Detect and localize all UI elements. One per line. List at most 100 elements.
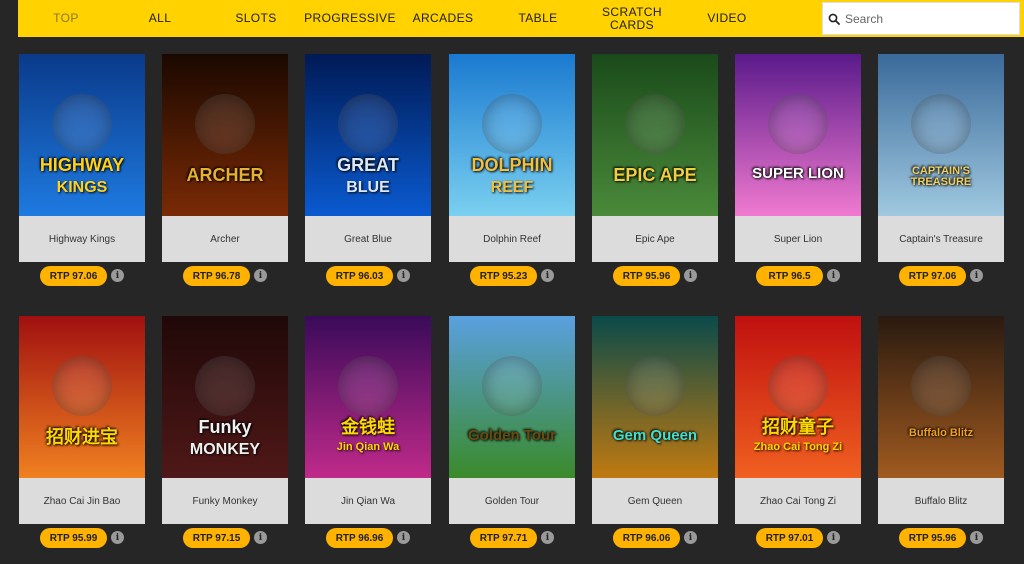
game-card[interactable]: 招财进宝 Zhao Cai Jin Bao — [19, 316, 145, 524]
game-thumbnail[interactable]: 招财进宝 — [19, 316, 145, 478]
game-thumbnail[interactable]: 招财童子 Zhao Cai Tong Zi — [735, 316, 861, 478]
info-icon[interactable]: i — [970, 269, 983, 282]
game-logo-text: SUPER LION — [752, 165, 844, 182]
game-card[interactable]: Funky MONKEY Funky Monkey — [162, 316, 288, 524]
god-of-wealth-icon — [52, 356, 112, 416]
info-icon[interactable]: i — [541, 531, 554, 544]
rtp-badge[interactable]: RTP 95.96 — [899, 528, 966, 548]
dolphin-icon — [482, 94, 542, 154]
game-name: Golden Tour — [449, 478, 575, 524]
info-icon[interactable]: i — [397, 531, 410, 544]
info-icon[interactable]: i — [684, 531, 697, 544]
rtp-badge[interactable]: RTP 96.06 — [613, 528, 680, 548]
game-thumbnail[interactable]: ARCHER — [162, 54, 288, 216]
rtp-badge[interactable]: RTP 95.23 — [470, 266, 537, 286]
game-thumbnail[interactable]: SUPER LION — [735, 54, 861, 216]
game-card[interactable]: Buffalo Blitz Buffalo Blitz — [878, 316, 1004, 524]
game-logo-subtext: Zhao Cai Tong Zi — [753, 441, 843, 453]
game-name: Great Blue — [305, 216, 431, 262]
game-card[interactable]: SUPER LION Super Lion — [735, 54, 861, 262]
gorilla-icon — [625, 94, 685, 154]
search-input[interactable] — [845, 11, 1005, 26]
game-thumbnail[interactable]: Buffalo Blitz — [878, 316, 1004, 478]
rtp-badge[interactable]: RTP 97.01 — [756, 528, 823, 548]
game-card[interactable]: Golden Tour Golden Tour — [449, 316, 575, 524]
game-logo-subtext: Jin Qian Wa — [336, 441, 400, 453]
game-card[interactable]: GREAT BLUE Great Blue — [305, 54, 431, 262]
info-icon[interactable]: i — [254, 531, 267, 544]
nav-tab-arcades[interactable]: ARCADES — [406, 0, 480, 37]
rtp-badge[interactable]: RTP 97.06 — [899, 266, 966, 286]
game-thumbnail[interactable]: DOLPHIN REEF — [449, 54, 575, 216]
game-thumbnail[interactable]: EPIC APE — [592, 54, 718, 216]
info-icon[interactable]: i — [970, 531, 983, 544]
game-card[interactable]: DOLPHIN REEF Dolphin Reef — [449, 54, 575, 262]
game-thumbnail[interactable]: CAPTAIN'S TREASURE — [878, 54, 1004, 216]
info-icon[interactable]: i — [254, 269, 267, 282]
rtp-badge[interactable]: RTP 97.06 — [40, 266, 107, 286]
truck-icon — [52, 94, 112, 154]
game-name: Highway Kings — [19, 216, 145, 262]
archer-icon — [195, 94, 255, 154]
game-card[interactable]: Gem Queen Gem Queen — [592, 316, 718, 524]
nav-tab-video[interactable]: VIDEO — [698, 0, 756, 37]
game-logo-subtext: KINGS — [56, 179, 108, 196]
game-name: Archer — [162, 216, 288, 262]
info-icon[interactable]: i — [827, 269, 840, 282]
lion-icon — [768, 94, 828, 154]
game-card[interactable]: 招财童子 Zhao Cai Tong Zi Zhao Cai Tong Zi — [735, 316, 861, 524]
pirate-icon — [911, 94, 971, 154]
nav-tab-top[interactable]: TOP — [44, 0, 88, 37]
game-name: Gem Queen — [592, 478, 718, 524]
game-thumbnail[interactable]: Gem Queen — [592, 316, 718, 478]
nav-tab-table[interactable]: TABLE — [508, 0, 568, 37]
rtp-badge[interactable]: RTP 96.96 — [326, 528, 393, 548]
rtp-badge[interactable]: RTP 97.15 — [183, 528, 250, 548]
rtp-badge[interactable]: RTP 95.99 — [40, 528, 107, 548]
golf-ball-icon — [482, 356, 542, 416]
game-logo-text: 招财进宝 — [46, 427, 118, 447]
game-card[interactable]: CAPTAIN'S TREASURE Captain's Treasure — [878, 54, 1004, 262]
nav-tab-scratch-cards[interactable]: SCRATCH CARDS — [596, 0, 668, 37]
game-logo-text: ARCHER — [186, 165, 264, 185]
search-icon — [823, 2, 845, 35]
game-card[interactable]: ARCHER Archer — [162, 54, 288, 262]
game-card[interactable]: EPIC APE Epic Ape — [592, 54, 718, 262]
game-name: Zhao Cai Tong Zi — [735, 478, 861, 524]
game-logo-subtext: REEF — [490, 179, 534, 196]
rtp-badge[interactable]: RTP 97.71 — [470, 528, 537, 548]
nav-tab-slots[interactable]: SLOTS — [226, 0, 286, 37]
game-thumbnail[interactable]: HIGHWAY KINGS — [19, 54, 145, 216]
rtp-badge[interactable]: RTP 95.96 — [613, 266, 680, 286]
game-name: Funky Monkey — [162, 478, 288, 524]
game-card[interactable]: HIGHWAY KINGS Highway Kings — [19, 54, 145, 262]
search-box[interactable] — [822, 2, 1020, 35]
info-icon[interactable]: i — [541, 269, 554, 282]
game-logo-text: GREAT — [337, 155, 399, 175]
info-icon[interactable]: i — [111, 269, 124, 282]
info-icon[interactable]: i — [397, 269, 410, 282]
buffalo-icon — [911, 356, 971, 416]
game-thumbnail[interactable]: GREAT BLUE — [305, 54, 431, 216]
game-thumbnail[interactable]: Golden Tour — [449, 316, 575, 478]
rtp-badge[interactable]: RTP 96.03 — [326, 266, 393, 286]
game-name: Dolphin Reef — [449, 216, 575, 262]
info-icon[interactable]: i — [684, 269, 697, 282]
children-icon — [768, 356, 828, 416]
nav-tab-all[interactable]: ALL — [138, 0, 182, 37]
game-thumbnail[interactable]: Funky MONKEY — [162, 316, 288, 478]
rtp-badge[interactable]: RTP 96.78 — [183, 266, 250, 286]
game-logo-text: DOLPHIN — [471, 155, 553, 175]
rtp-badge[interactable]: RTP 96.5 — [756, 266, 823, 286]
game-name: Buffalo Blitz — [878, 478, 1004, 524]
info-icon[interactable]: i — [111, 531, 124, 544]
game-thumbnail[interactable]: 金钱蛙 Jin Qian Wa — [305, 316, 431, 478]
info-icon[interactable]: i — [827, 531, 840, 544]
game-card[interactable]: 金钱蛙 Jin Qian Wa Jin Qian Wa — [305, 316, 431, 524]
game-logo-text: HIGHWAY — [39, 155, 125, 175]
nav-tab-progressive[interactable]: PROGRESSIVE — [304, 0, 396, 37]
game-name: Captain's Treasure — [878, 216, 1004, 262]
game-logo-text: 金钱蛙 — [341, 417, 395, 437]
game-logo-text: Golden Tour — [467, 427, 557, 444]
game-name: Jin Qian Wa — [305, 478, 431, 524]
